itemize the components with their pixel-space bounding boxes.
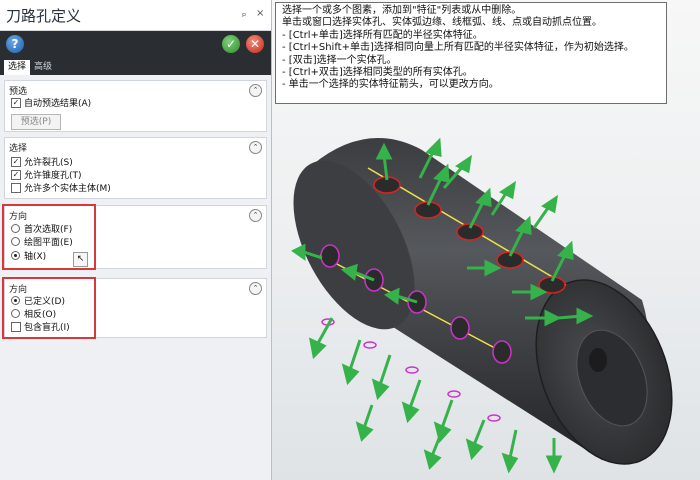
allow-multiple-bodies-checkbox[interactable]: 允许多个实体主体(M) — [11, 182, 111, 195]
tooltip-line: 选择一个或多个图素，添加到"特征"列表或从中删除。 — [282, 5, 522, 16]
highlight-box — [2, 204, 96, 270]
auto-preview-checkbox[interactable]: ✓ 自动预选结果(A) — [11, 97, 91, 110]
tooltip-line: - [Ctrl+双击]选择相同类型的所有实体孔。 — [282, 67, 473, 79]
ok-button[interactable]: ✓ — [222, 35, 240, 53]
pin-icon[interactable]: ₚ — [242, 8, 246, 19]
bore-hole — [589, 348, 607, 372]
checkbox-icon — [11, 182, 21, 193]
selection-tooltip: 选择一个或多个图素，添加到"特征"列表或从中删除。 单击或窗口选择实体孔、实体弧… — [275, 2, 667, 104]
tab-advanced[interactable]: 高级 — [30, 60, 56, 75]
tooltip-line: - [Ctrl+单击]选择所有匹配的半径实体特征。 — [282, 29, 483, 41]
preview-section: 预选 ⌃ ✓ 自动预选结果(A) 预选(P) — [4, 80, 267, 132]
select-section: 选择 ⌃ ✓ 允许裂孔(S) ✓ 允许锥度孔(T) 允许多个实体主体(M) — [4, 137, 267, 199]
tooltip-line: - [双击]选择一个实体孔。 — [282, 54, 397, 66]
collapse-icon[interactable]: ⌃ — [249, 84, 262, 97]
collapse-icon[interactable]: ⌃ — [249, 141, 262, 154]
tooltip-line: - 单击一个选择的实体特征箭头，可以更改方向。 — [282, 79, 499, 91]
cancel-button[interactable]: ✕ — [246, 35, 264, 53]
collapse-icon[interactable]: ⌃ — [249, 209, 262, 222]
checkbox-icon: ✓ — [11, 97, 21, 108]
allow-split-hole-checkbox[interactable]: ✓ 允许裂孔(S) — [11, 156, 73, 169]
preview-button[interactable]: 预选(P) — [11, 114, 61, 130]
tooltip-line: 单击或窗口选择实体孔、实体弧边缘、线框弧、线、点或自动抓点位置。 — [282, 17, 602, 29]
collapse-icon[interactable]: ⌃ — [249, 282, 262, 295]
select-section-title: 选择 — [9, 144, 28, 154]
panel-title-bar: 刀路孔定义 ₚ × — [0, 0, 271, 31]
panel-title: 刀路孔定义 — [6, 7, 82, 25]
tab-strip: 选择 高级 — [0, 57, 271, 75]
close-icon[interactable]: × — [256, 8, 264, 19]
checkbox-icon: ✓ — [11, 156, 21, 167]
allow-taper-hole-checkbox[interactable]: ✓ 允许锥度孔(T) — [11, 169, 82, 182]
preview-section-title: 预选 — [9, 87, 28, 97]
tooltip-line: - [Ctrl+Shift+单击]选择相同向量上所有匹配的半径实体特征，作为初始… — [282, 42, 634, 54]
toolpath-hole-definition-panel: 刀路孔定义 ₚ × ? ✓ ✕ 选择 高级 预选 ⌃ ✓ 自动预选结果(A) 预选… — [0, 0, 272, 480]
checkbox-icon: ✓ — [11, 169, 21, 180]
help-button[interactable]: ? — [6, 35, 24, 53]
action-bar: ? ✓ ✕ — [0, 31, 271, 57]
tab-select[interactable]: 选择 — [4, 60, 31, 75]
highlight-box — [2, 277, 96, 339]
